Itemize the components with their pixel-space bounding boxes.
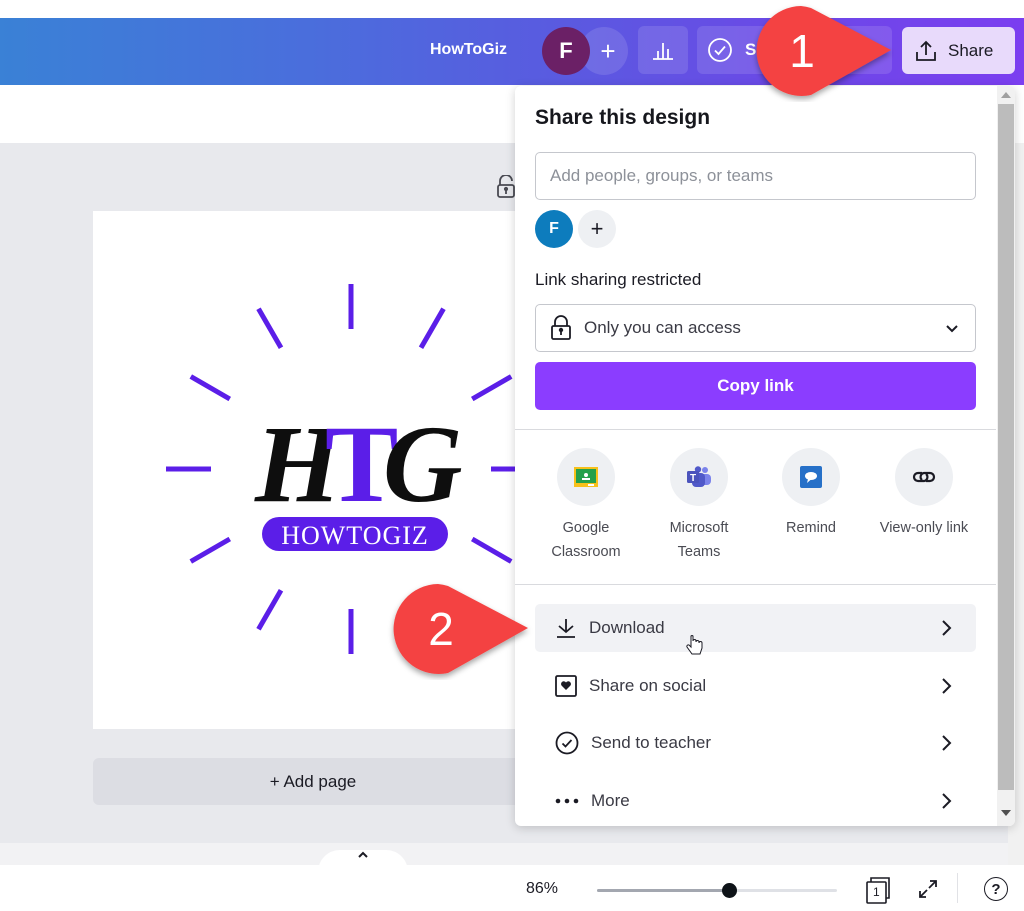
fullscreen-icon[interactable] <box>917 878 939 900</box>
padlock-icon <box>551 315 571 340</box>
logo-badge-text: HOWTOGIZ <box>281 521 429 550</box>
scroll-up-arrow-icon[interactable] <box>1001 92 1011 98</box>
callout-1-shape <box>756 6 891 96</box>
more-menu-item[interactable]: More <box>535 777 976 825</box>
add-page-label: + Add page <box>269 771 357 791</box>
link-icon <box>912 471 936 483</box>
svg-text:T: T <box>690 473 696 484</box>
heart-square-icon <box>555 675 577 697</box>
microsoft-teams-icon: T <box>687 466 711 487</box>
footer-divider <box>957 873 958 903</box>
help-button[interactable]: ? <box>984 877 1008 901</box>
app-label: Microsoft Teams <box>669 520 729 560</box>
more-dots-icon <box>555 798 579 804</box>
collaborator-avatar[interactable]: F <box>535 210 573 248</box>
logo-ray <box>256 307 284 350</box>
zoom-slider[interactable] <box>597 883 837 898</box>
zoom-slider-thumb[interactable] <box>722 883 737 898</box>
share-button[interactable]: Share <box>902 27 1015 74</box>
share-panel-title: Share this design <box>535 106 711 129</box>
access-dropdown[interactable]: Only you can access <box>535 304 976 352</box>
add-collaborator-circle-button[interactable]: + <box>578 210 616 248</box>
app-label: Google Classroom <box>551 520 621 560</box>
design-title[interactable]: HowToGiz <box>430 41 507 59</box>
bar-chart-icon <box>653 43 673 60</box>
add-people-input[interactable] <box>535 152 976 200</box>
share-upload-icon <box>916 40 936 61</box>
menu-item-label: Download <box>589 618 665 637</box>
access-selected-value: Only you can access <box>584 318 741 337</box>
unlocked-padlock-icon[interactable] <box>496 175 516 199</box>
app-microsoft-teams[interactable]: T Microsoft Teams <box>643 448 755 564</box>
zoom-slider-fill <box>597 889 729 892</box>
page-count: 1 <box>873 885 880 899</box>
collaborator-initial: F <box>549 220 559 237</box>
logo-ray <box>418 307 446 350</box>
panel-scroll-thumb[interactable] <box>998 104 1014 790</box>
canva-editor: HowToGiz F + S Share H T G HOWTOGIZ + Ad… <box>0 0 1024 911</box>
add-page-button[interactable]: + Add page <box>93 758 533 805</box>
copy-link-label: Copy link <box>717 376 794 395</box>
remind-icon <box>800 466 822 488</box>
chevron-right-icon <box>942 620 952 636</box>
send-to-teacher-menu-item[interactable]: Send to teacher <box>535 719 976 767</box>
chevron-right-icon <box>942 678 952 694</box>
copy-link-button[interactable]: Copy link <box>535 362 976 410</box>
avatar-initial: F <box>559 38 573 63</box>
menu-item-label: Share on social <box>589 676 707 695</box>
footer-bar: 86% 1 ? <box>0 865 1024 911</box>
link-sharing-label: Link sharing restricted <box>535 270 702 289</box>
chevron-right-icon <box>942 793 952 809</box>
app-label: View-only link <box>879 520 969 536</box>
download-icon <box>557 619 575 638</box>
logo-letter-g: G <box>383 403 462 525</box>
callout-2: 2 <box>393 584 528 674</box>
share-apps-row: Google Classroom T Microsoft Teams Remin… <box>515 448 996 578</box>
share-label: Share <box>948 40 994 60</box>
logo-ray <box>470 374 513 402</box>
notes-strip <box>0 843 1008 865</box>
logo-ray <box>189 536 232 564</box>
insights-button[interactable] <box>638 26 688 74</box>
logo-ray <box>470 536 513 564</box>
google-classroom-icon <box>574 467 598 487</box>
help-icon: ? <box>991 880 1001 898</box>
callout-2-number: 2 <box>428 603 454 655</box>
page-count-button[interactable]: 1 <box>864 875 892 905</box>
zoom-percentage[interactable]: 86% <box>526 880 558 898</box>
download-menu-item[interactable]: Download <box>535 604 976 655</box>
check-circle-icon <box>555 731 579 755</box>
app-label: Remind <box>786 520 836 536</box>
callout-1: 1 <box>756 6 891 96</box>
callout-2-shape <box>393 584 528 674</box>
app-icon-circle <box>895 448 953 506</box>
check-circle-icon <box>708 38 732 62</box>
section-divider <box>515 429 996 430</box>
app-icon-circle <box>782 448 840 506</box>
app-remind[interactable]: Remind <box>755 448 867 540</box>
section-divider <box>515 584 996 585</box>
plus-icon: + <box>590 216 604 241</box>
menu-item-label: More <box>591 791 630 810</box>
app-view-only-link[interactable]: View-only link <box>868 448 980 540</box>
chevron-right-icon <box>942 735 952 751</box>
app-icon-circle: T <box>670 448 728 506</box>
share-on-social-menu-item[interactable]: Share on social <box>535 662 976 710</box>
share-panel: Share this design F + Link sharing restr… <box>515 86 1015 826</box>
chevron-down-icon <box>946 325 958 333</box>
menu-item-label: Send to teacher <box>591 733 712 752</box>
panel-scrollbar[interactable] <box>997 86 1015 826</box>
hand-cursor-icon <box>686 635 703 655</box>
logo-ray <box>256 588 284 631</box>
logo-ray <box>189 374 232 402</box>
app-icon-circle <box>557 448 615 506</box>
app-google-classroom[interactable]: Google Classroom <box>530 448 642 564</box>
user-avatar[interactable]: F <box>542 27 590 75</box>
scroll-down-arrow-icon[interactable] <box>1001 810 1011 816</box>
plus-icon: + <box>600 35 616 66</box>
chevron-up-icon <box>358 851 368 858</box>
callout-1-number: 1 <box>789 25 815 77</box>
